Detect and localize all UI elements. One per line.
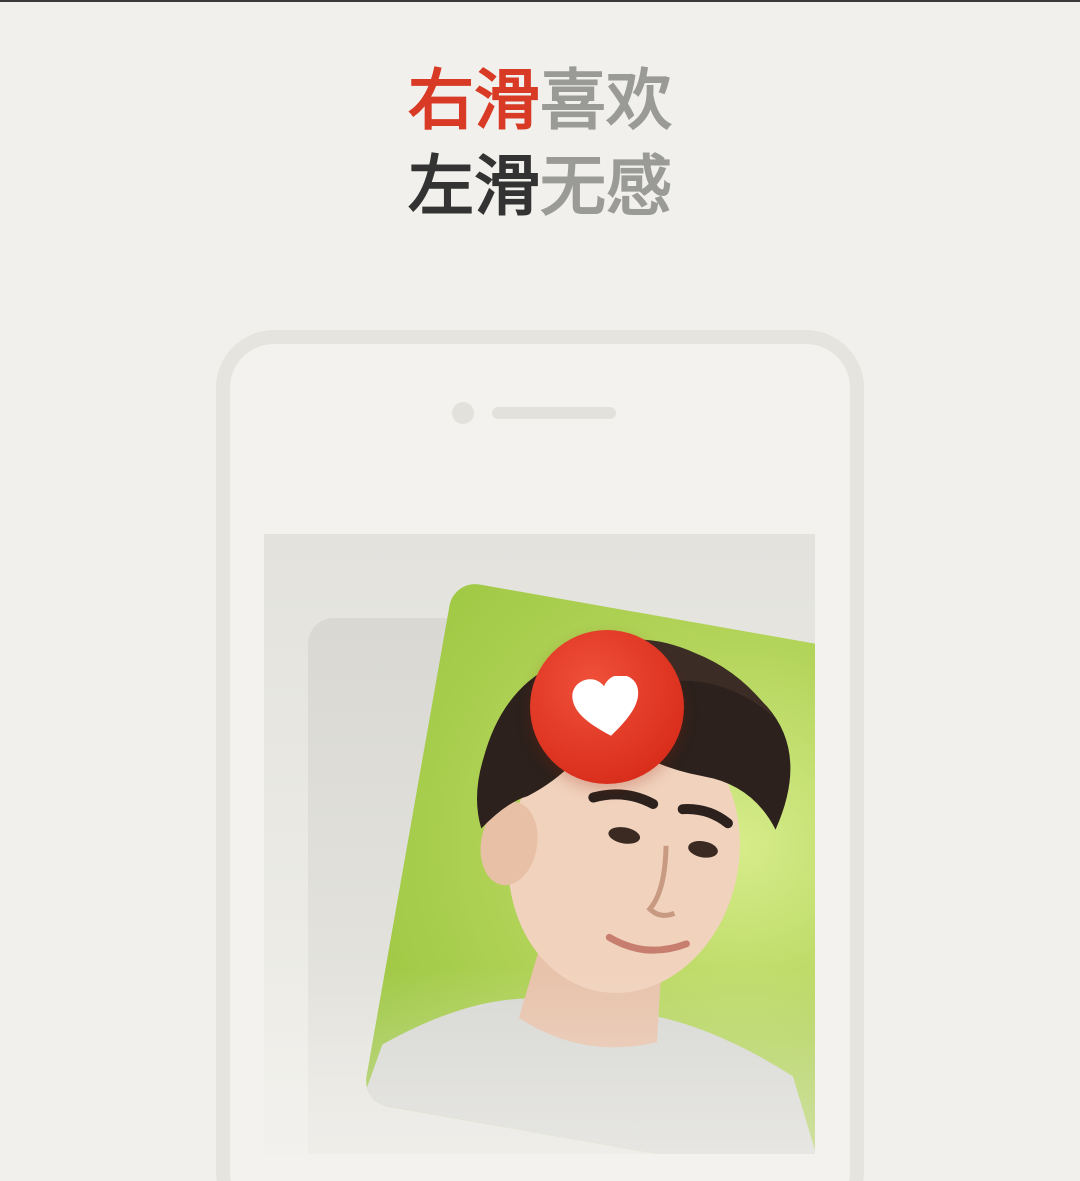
onboarding-page: 右滑喜欢 左滑无感	[0, 0, 1080, 1181]
phone-speaker	[492, 407, 616, 419]
not-interested-label: 无感	[540, 148, 672, 225]
headline: 右滑喜欢 左滑无感	[0, 58, 1080, 230]
like-button[interactable]	[530, 630, 684, 784]
headline-line-swipe-left: 左滑无感	[0, 144, 1080, 230]
swipe-left-label: 左滑	[408, 148, 540, 225]
phone-camera	[452, 402, 474, 424]
swipe-right-label: 右滑	[408, 62, 540, 139]
phone-screen	[264, 534, 815, 1154]
heart-icon	[572, 676, 639, 736]
headline-line-swipe-right: 右滑喜欢	[0, 58, 1080, 144]
like-label: 喜欢	[540, 62, 672, 139]
top-divider	[0, 0, 1080, 2]
